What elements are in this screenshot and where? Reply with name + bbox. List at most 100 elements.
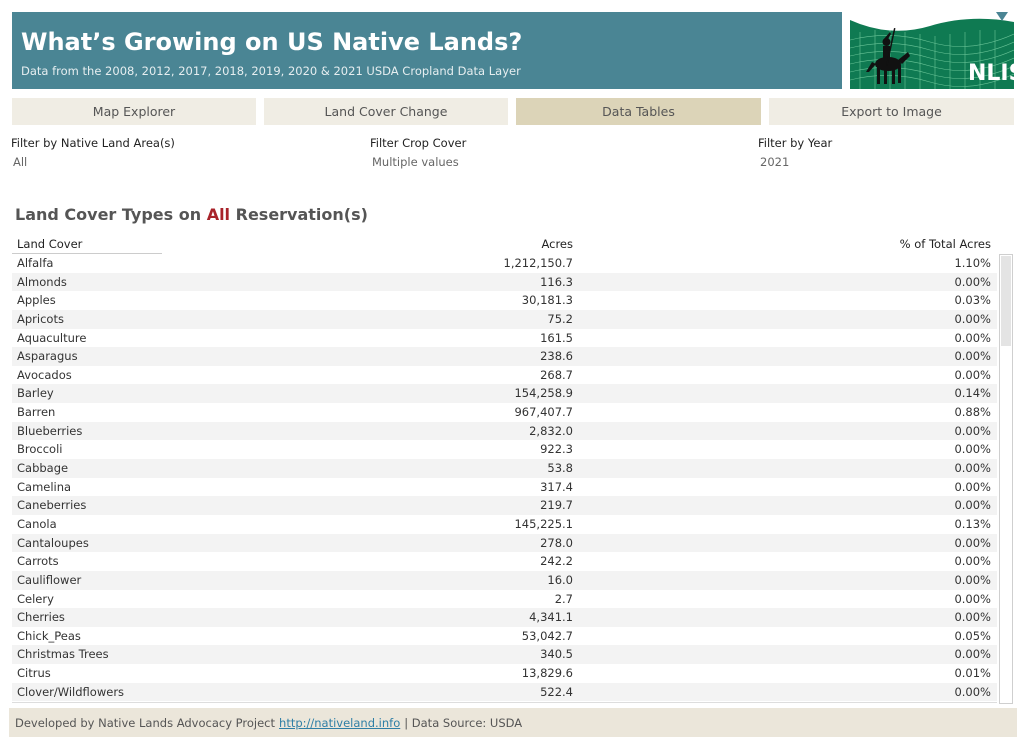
cell-acres: 2,832.0	[529, 423, 573, 438]
column-header-acres[interactable]: Acres	[541, 237, 573, 251]
table-row[interactable]: Aquaculture 161.5 0.00%	[12, 329, 997, 348]
cell-acres: 13,829.6	[521, 666, 573, 681]
filter-year-value[interactable]: 2021	[760, 155, 832, 169]
page-title: What’s Growing on US Native Lands?	[21, 28, 523, 56]
footer-credit: Developed by Native Lands Advocacy Proje…	[15, 715, 276, 730]
column-header-percent[interactable]: % of Total Acres	[900, 237, 991, 251]
table-row[interactable]: Clover/Wildflowers 522.4 0.00%	[12, 682, 997, 702]
cell-land-cover: Blueberries	[17, 423, 83, 438]
cell-acres: 53.8	[547, 461, 573, 476]
table-row[interactable]: Cauliflower 16.0 0.00%	[12, 570, 997, 590]
cell-land-cover: Broccoli	[17, 442, 63, 457]
cell-land-cover: Christmas Trees	[17, 647, 109, 662]
cell-acres: 340.5	[540, 647, 573, 662]
table-row[interactable]: Almonds 116.3 0.00%	[12, 272, 997, 292]
cell-acres: 2.7	[554, 591, 573, 606]
cell-percent: 0.03%	[954, 293, 991, 308]
cell-land-cover: Apricots	[17, 311, 64, 326]
cell-percent: 0.00%	[954, 535, 991, 550]
table-row[interactable]: Blueberries 2,832.0 0.00%	[12, 421, 997, 441]
cell-land-cover: Citrus	[17, 666, 51, 681]
table-row[interactable]: Apples 30,181.3 0.03%	[12, 291, 997, 310]
tab-export-to-image[interactable]: Export to Image	[769, 98, 1014, 125]
table-header: Land Cover Acres % of Total Acres	[12, 236, 997, 254]
cell-acres: 219.7	[540, 498, 573, 513]
cell-percent: 0.00%	[954, 610, 991, 625]
cell-land-cover: Cherries	[17, 610, 65, 625]
cell-land-cover: Alfalfa	[17, 256, 54, 270]
table-body: Alfalfa 1,212,150.7 1.10% Almonds 116.3 0.00%…	[12, 254, 997, 702]
cell-land-cover: Clover/Wildflowers	[17, 684, 125, 699]
table-row[interactable]: Broccoli 922.3 0.00%	[12, 440, 997, 459]
cell-acres: 75.2	[547, 311, 573, 326]
cell-percent: 0.01%	[954, 666, 991, 681]
nlis-logo[interactable]: NLIS	[850, 12, 1014, 89]
tab-map-explorer[interactable]: Map Explorer	[12, 98, 256, 125]
table-row[interactable]: Christmas Trees 340.5 0.00%	[12, 645, 997, 665]
section-title-highlight: All	[206, 205, 231, 224]
footer: Developed by Native Lands Advocacy Proje…	[9, 708, 1017, 737]
filter-crop-cover-label: Filter Crop Cover	[370, 136, 467, 150]
cell-land-cover: Barren	[17, 405, 56, 420]
table-scrollbar[interactable]	[999, 254, 1013, 704]
table-row[interactable]: Cantaloupes 278.0 0.00%	[12, 533, 997, 553]
cell-land-cover: Cantaloupes	[17, 535, 89, 550]
cell-land-cover: Celery	[17, 591, 54, 606]
tab-bar: Map Explorer Land Cover Change Data Tabl…	[12, 98, 1014, 125]
cell-acres: 967,407.7	[514, 405, 573, 420]
table-row[interactable]: Avocados 268.7 0.00%	[12, 366, 997, 385]
table-row[interactable]: Carrots 242.2 0.00%	[12, 552, 997, 571]
section-title: Land Cover Types on All Reservation(s)	[15, 205, 368, 224]
cell-acres: 4,341.1	[529, 610, 573, 625]
filter-crop-cover[interactable]: Filter Crop Cover Multiple values	[370, 136, 466, 169]
cell-land-cover: Cabbage	[17, 461, 69, 476]
table-row[interactable]: Barren 967,407.7 0.88%	[12, 403, 997, 422]
footer-link[interactable]: http://nativeland.info	[279, 716, 400, 730]
cell-acres: 116.3	[540, 274, 573, 289]
tab-land-cover-change[interactable]: Land Cover Change	[264, 98, 508, 125]
cell-land-cover: Chick_Peas	[17, 628, 81, 643]
cell-acres: 278.0	[540, 535, 573, 550]
cell-percent: 0.00%	[954, 479, 991, 494]
table-row[interactable]: Apricots 75.2 0.00%	[12, 309, 997, 329]
table-row[interactable]: Chick_Peas 53,042.7 0.05%	[12, 627, 997, 646]
cell-acres: 161.5	[540, 330, 573, 345]
cell-acres: 317.4	[540, 479, 573, 494]
cell-percent: 0.00%	[954, 330, 991, 345]
cell-percent: 0.00%	[954, 442, 991, 457]
filter-crop-cover-value[interactable]: Multiple values	[372, 155, 466, 169]
header-banner: What’s Growing on US Native Lands? Data …	[12, 12, 842, 89]
table-row[interactable]: Barley 154,258.9 0.14%	[12, 384, 997, 404]
cell-percent: 0.88%	[954, 405, 991, 420]
tab-data-tables[interactable]: Data Tables	[516, 98, 761, 125]
cell-acres: 522.4	[540, 684, 573, 699]
filter-native-land-value[interactable]: All	[13, 155, 175, 169]
table-row[interactable]: Asparagus 238.6 0.00%	[12, 347, 997, 366]
cell-acres: 30,181.3	[521, 293, 573, 308]
column-header-land-cover[interactable]: Land Cover	[17, 237, 82, 251]
table-row[interactable]: Citrus 13,829.6 0.01%	[12, 664, 997, 683]
cell-acres: 922.3	[540, 442, 573, 457]
logo-text: NLIS	[968, 61, 1014, 86]
cell-acres: 1,212,150.7	[503, 256, 574, 270]
scrollbar-thumb[interactable]	[1001, 256, 1011, 346]
table-row[interactable]: Cherries 4,341.1 0.00%	[12, 608, 997, 627]
table-bottom-border	[12, 702, 997, 703]
table-row[interactable]: Camelina 317.4 0.00%	[12, 478, 997, 497]
table-row[interactable]: Alfalfa 1,212,150.7 1.10%	[12, 254, 997, 273]
cell-land-cover: Aquaculture	[17, 330, 87, 345]
cell-land-cover: Carrots	[17, 554, 59, 569]
cell-percent: 0.00%	[954, 572, 991, 587]
section-title-prefix: Land Cover Types on	[15, 205, 207, 224]
table-row[interactable]: Canola 145,225.1 0.13%	[12, 515, 997, 534]
footer-source: | Data Source: USDA	[404, 715, 523, 730]
table-row[interactable]: Cabbage 53.8 0.00%	[12, 459, 997, 478]
filter-year[interactable]: Filter by Year 2021	[758, 136, 832, 169]
cell-percent: 0.00%	[954, 554, 991, 569]
cell-percent: 0.00%	[954, 498, 991, 513]
cell-percent: 0.13%	[954, 516, 991, 531]
filter-native-land[interactable]: Filter by Native Land Area(s) All	[11, 136, 175, 169]
table-row[interactable]: Caneberries 219.7 0.00%	[12, 496, 997, 515]
table-row[interactable]: Celery 2.7 0.00%	[12, 590, 997, 609]
cell-land-cover: Camelina	[17, 479, 72, 494]
